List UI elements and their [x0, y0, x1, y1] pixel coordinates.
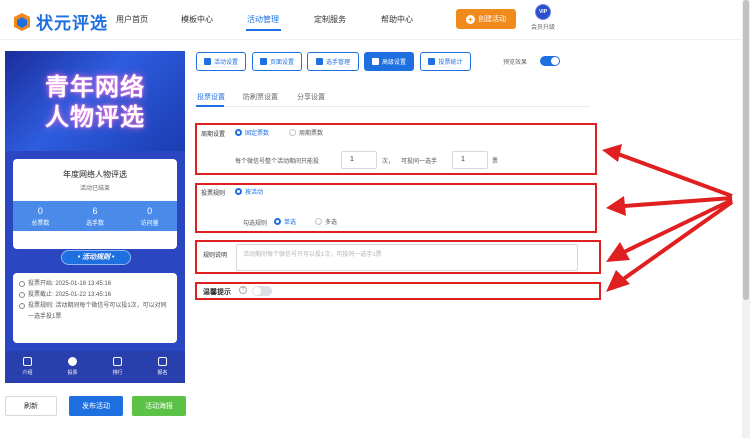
preview-effect-label: 预览效果 — [503, 60, 528, 66]
stat-total-votes: 0 总票数 — [13, 201, 68, 231]
stat-value: 6 — [92, 206, 98, 216]
nav-active-indicator — [246, 29, 281, 31]
stat-contestants: 6 选手数 — [68, 201, 123, 231]
brand-logo[interactable]: 状元评选 — [12, 9, 108, 34]
nav-activity-management[interactable]: 活动管理 — [247, 14, 279, 25]
tab-contestant-management[interactable]: 选手管理 — [307, 52, 359, 71]
document-icon — [23, 357, 32, 366]
activity-stats: 0 总票数 6 选手数 0 访问量 — [13, 201, 177, 231]
preview-banner: 青年网络 人物评选 — [5, 51, 185, 151]
activity-summary-card: 年度网络人物评选 活动已结束 0 总票数 6 选手数 0 访问量 — [13, 159, 177, 249]
info-text: 投票开始: 2025-01-16 13:45:16 — [28, 281, 112, 287]
info-start: 投票开始: 2025-01-16 13:45:16 — [19, 279, 171, 290]
user-icon — [158, 357, 167, 366]
tool-label: 投票统计 — [438, 60, 463, 66]
tab-label: 排行 — [112, 370, 123, 376]
sliders-icon — [371, 58, 379, 65]
tab-label: 投票 — [67, 370, 78, 376]
tab-activity-settings[interactable]: 活动设置 — [196, 52, 246, 71]
nav-help-center[interactable]: 帮助中心 — [381, 14, 413, 25]
tool-label: 高级设置 — [381, 60, 406, 66]
settings-icon — [203, 58, 211, 65]
highlight-rule-description — [195, 240, 601, 274]
toggle-knob — [551, 57, 559, 65]
stat-value: 0 — [147, 206, 153, 216]
mobile-preview: 青年网络 人物评选 年度网络人物评选 活动已结束 0 总票数 6 选手数 0 访… — [5, 51, 185, 383]
preview-tab-intro[interactable]: 介绍 — [5, 351, 50, 383]
subtab-active-indicator — [196, 105, 224, 107]
preview-tabbar: 介绍 投票 排行 报名 — [5, 351, 185, 383]
bar-chart-icon — [428, 58, 436, 65]
preview-tab-signup[interactable]: 报名 — [140, 351, 185, 383]
arrow-to-cycle — [602, 144, 733, 198]
tool-label: 活动设置 — [213, 60, 238, 66]
refresh-button[interactable]: 刷新 — [5, 396, 57, 416]
create-activity-label: 创建活动 — [478, 16, 506, 23]
vote-icon — [68, 357, 77, 366]
banner-title-line2: 人物评选 — [45, 104, 145, 131]
tab-label: 报名 — [157, 370, 168, 376]
annotation-arrows — [602, 144, 734, 292]
activity-poster-button[interactable]: 活动海报 — [132, 396, 186, 416]
preview-effect-toggle[interactable] — [540, 56, 560, 66]
activity-title: 年度网络人物评选 — [63, 170, 127, 179]
brand-name: 状元评选 — [36, 14, 108, 33]
app-root: 状元评选 用户首页 模板中心 活动管理 定制服务 帮助中心 + 创建活动 VIP… — [0, 0, 750, 438]
preview-tab-vote[interactable]: 投票 — [50, 351, 95, 383]
highlight-tip — [195, 282, 601, 300]
info-rule: 投票规则: 活动期间每个微信号可以投1次，可以对同一选手投1票 — [19, 301, 171, 323]
stat-label: 选手数 — [86, 221, 105, 227]
info-icon — [19, 303, 25, 309]
vip-upgrade[interactable]: VIP 会员升级 — [527, 4, 559, 31]
subtab-anti-fraud[interactable]: 防刷票设置 — [243, 92, 278, 102]
nav-templates[interactable]: 模板中心 — [181, 14, 213, 25]
stat-label: 访问量 — [140, 221, 159, 227]
clock-icon — [19, 292, 25, 298]
publish-activity-button[interactable]: 发布活动 — [69, 396, 123, 416]
top-navigation: 状元评选 用户首页 模板中心 活动管理 定制服务 帮助中心 + 创建活动 VIP… — [0, 0, 742, 40]
ranking-icon — [113, 357, 122, 366]
page-scrollbar-thumb[interactable] — [743, 0, 749, 300]
gear-icon — [259, 58, 267, 65]
vip-upgrade-label: 会员升级 — [530, 25, 555, 31]
tab-page-settings[interactable]: 页面设置 — [252, 52, 302, 71]
stat-label: 总票数 — [31, 221, 50, 227]
create-activity-button[interactable]: + 创建活动 — [456, 9, 516, 29]
nav-home[interactable]: 用户首页 — [116, 14, 148, 25]
activity-info-box: 投票开始: 2025-01-16 13:45:16 投票截止: 2025-01-… — [13, 273, 177, 343]
subtab-share-settings[interactable]: 分享设置 — [297, 92, 325, 102]
clock-icon — [19, 281, 25, 287]
tool-label: 页面设置 — [269, 60, 294, 66]
plus-icon: + — [466, 14, 475, 24]
highlight-vote-rule — [195, 183, 597, 233]
info-end: 投票截止: 2025-01-22 13:45:16 — [19, 290, 171, 301]
info-text: 投票规则: 活动期间每个微信号可以投1次，可以对同一选手投1票 — [28, 303, 167, 320]
users-icon — [315, 58, 323, 65]
logo-icon — [14, 12, 30, 31]
nav-custom-service[interactable]: 定制服务 — [314, 14, 346, 25]
activity-status: 活动已结束 — [79, 186, 110, 192]
info-text: 投票截止: 2025-01-22 13:45:16 — [28, 292, 112, 298]
activity-rules-button[interactable]: • 活动规则 • — [61, 250, 131, 265]
subtab-vote-settings[interactable]: 投票设置 — [197, 92, 225, 102]
tab-label: 介绍 — [22, 370, 33, 376]
stat-visits: 0 访问量 — [122, 201, 177, 231]
subtab-divider — [195, 106, 590, 107]
vip-badge-icon: VIP — [535, 4, 551, 20]
tool-label: 选手管理 — [325, 60, 350, 66]
stat-value: 0 — [37, 206, 43, 216]
tab-vote-statistics[interactable]: 投票统计 — [420, 52, 471, 71]
tab-advanced-settings[interactable]: 高级设置 — [364, 52, 414, 71]
preview-tab-ranking[interactable]: 排行 — [95, 351, 140, 383]
highlight-cycle-settings — [195, 123, 597, 175]
